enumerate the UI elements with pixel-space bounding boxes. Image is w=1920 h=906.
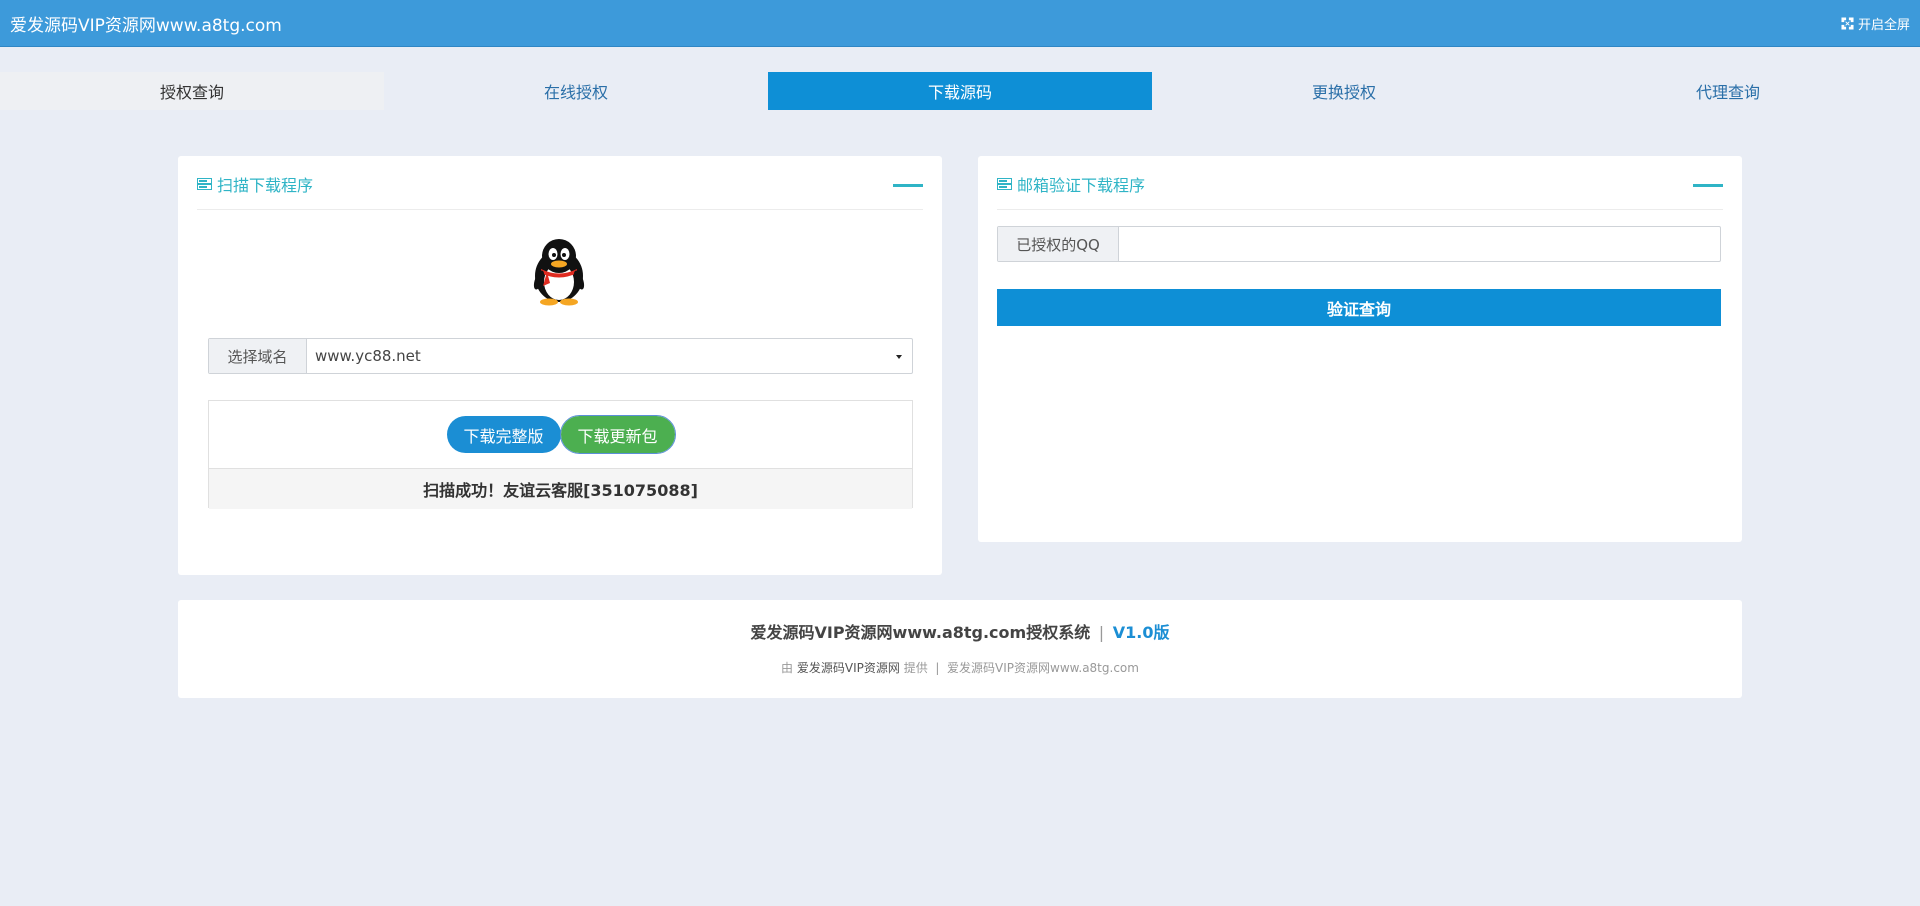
verify-query-button[interactable]: 验证查询 — [997, 289, 1721, 326]
tab-online-auth[interactable]: 在线授权 — [384, 72, 768, 110]
caret-down-icon — [896, 355, 902, 359]
main-content: 扫描下载程序 选择域名 www.yc88.net 下载完整版 下载更新包 扫描成… — [0, 110, 1920, 870]
footer-credits: 由 爱发源码VIP资源网 提供 | 爱发源码VIP资源网www.a8tg.com — [178, 659, 1742, 676]
footer-divider: | — [935, 661, 940, 675]
site-title: 爱发源码VIP资源网www.a8tg.com — [10, 15, 282, 36]
server-icon — [197, 178, 212, 190]
footer-site-link[interactable]: 爱发源码VIP资源网www.a8tg.com — [947, 661, 1139, 675]
footer-separator: | — [1098, 623, 1105, 642]
panel-title-text: 扫描下载程序 — [217, 176, 314, 195]
tab-label: 代理查询 — [1695, 83, 1760, 102]
panel-title: 邮箱验证下载程序 — [997, 172, 1723, 196]
domain-selected-value: www.yc88.net — [315, 347, 421, 365]
footer-provided: 提供 — [903, 661, 928, 675]
fullscreen-label: 开启全屏 — [1857, 17, 1910, 33]
tab-label: 下载源码 — [927, 83, 992, 102]
panel-header: 邮箱验证下载程序 — [997, 172, 1723, 210]
panel-title-text: 邮箱验证下载程序 — [1017, 176, 1146, 195]
domain-select-group: 选择域名 www.yc88.net — [208, 338, 913, 374]
nav-tabs: 授权查询 在线授权 下载源码 更换授权 代理查询 — [0, 72, 1920, 110]
fullscreen-button[interactable]: 开启全屏 — [1841, 14, 1910, 33]
qq-penguin-icon — [533, 239, 585, 306]
download-full-button[interactable]: 下载完整版 — [446, 416, 561, 453]
scan-download-panel: 扫描下载程序 选择域名 www.yc88.net 下载完整版 下载更新包 扫描成… — [178, 156, 942, 575]
scan-status-text: 扫描成功！友谊云客服[351075088] — [209, 468, 912, 509]
download-update-button[interactable]: 下载更新包 — [559, 415, 676, 454]
footer-by: 由 — [781, 661, 794, 675]
domain-select[interactable]: www.yc88.net — [307, 339, 912, 373]
version-label: V1.0版 — [1112, 623, 1170, 642]
download-button-row: 下载完整版 下载更新包 — [209, 401, 912, 468]
qq-input[interactable] — [1119, 227, 1720, 261]
qq-label: 已授权的QQ — [998, 227, 1119, 261]
qq-input-group: 已授权的QQ — [997, 226, 1721, 262]
tab-auth-query[interactable]: 授权查询 — [0, 72, 384, 110]
collapse-icon[interactable] — [893, 184, 923, 187]
tab-change-auth[interactable]: 更换授权 — [1152, 72, 1536, 110]
system-name: 爱发源码VIP资源网www.a8tg.com授权系统 — [750, 623, 1091, 642]
email-verify-panel: 邮箱验证下载程序 已授权的QQ 验证查询 — [978, 156, 1742, 542]
panel-title: 扫描下载程序 — [197, 172, 923, 196]
top-bar: 爱发源码VIP资源网www.a8tg.com 开启全屏 — [0, 0, 1920, 47]
tab-download-source[interactable]: 下载源码 — [768, 72, 1152, 110]
server-icon — [997, 178, 1012, 190]
domain-label: 选择域名 — [209, 339, 307, 373]
footer-provider[interactable]: 爱发源码VIP资源网 — [797, 661, 900, 675]
panel-header: 扫描下载程序 — [197, 172, 923, 210]
footer-panel: 爱发源码VIP资源网www.a8tg.com授权系统 | V1.0版 由 爱发源… — [178, 600, 1742, 698]
download-result-box: 下载完整版 下载更新包 扫描成功！友谊云客服[351075088] — [208, 400, 913, 509]
tab-label: 更换授权 — [1311, 83, 1376, 102]
tab-label: 授权查询 — [159, 83, 224, 102]
tab-agent-query[interactable]: 代理查询 — [1536, 72, 1920, 110]
expand-icon — [1841, 16, 1854, 30]
collapse-icon[interactable] — [1693, 184, 1723, 187]
footer-title: 爱发源码VIP资源网www.a8tg.com授权系统 | V1.0版 — [178, 619, 1742, 643]
tab-label: 在线授权 — [543, 83, 608, 102]
